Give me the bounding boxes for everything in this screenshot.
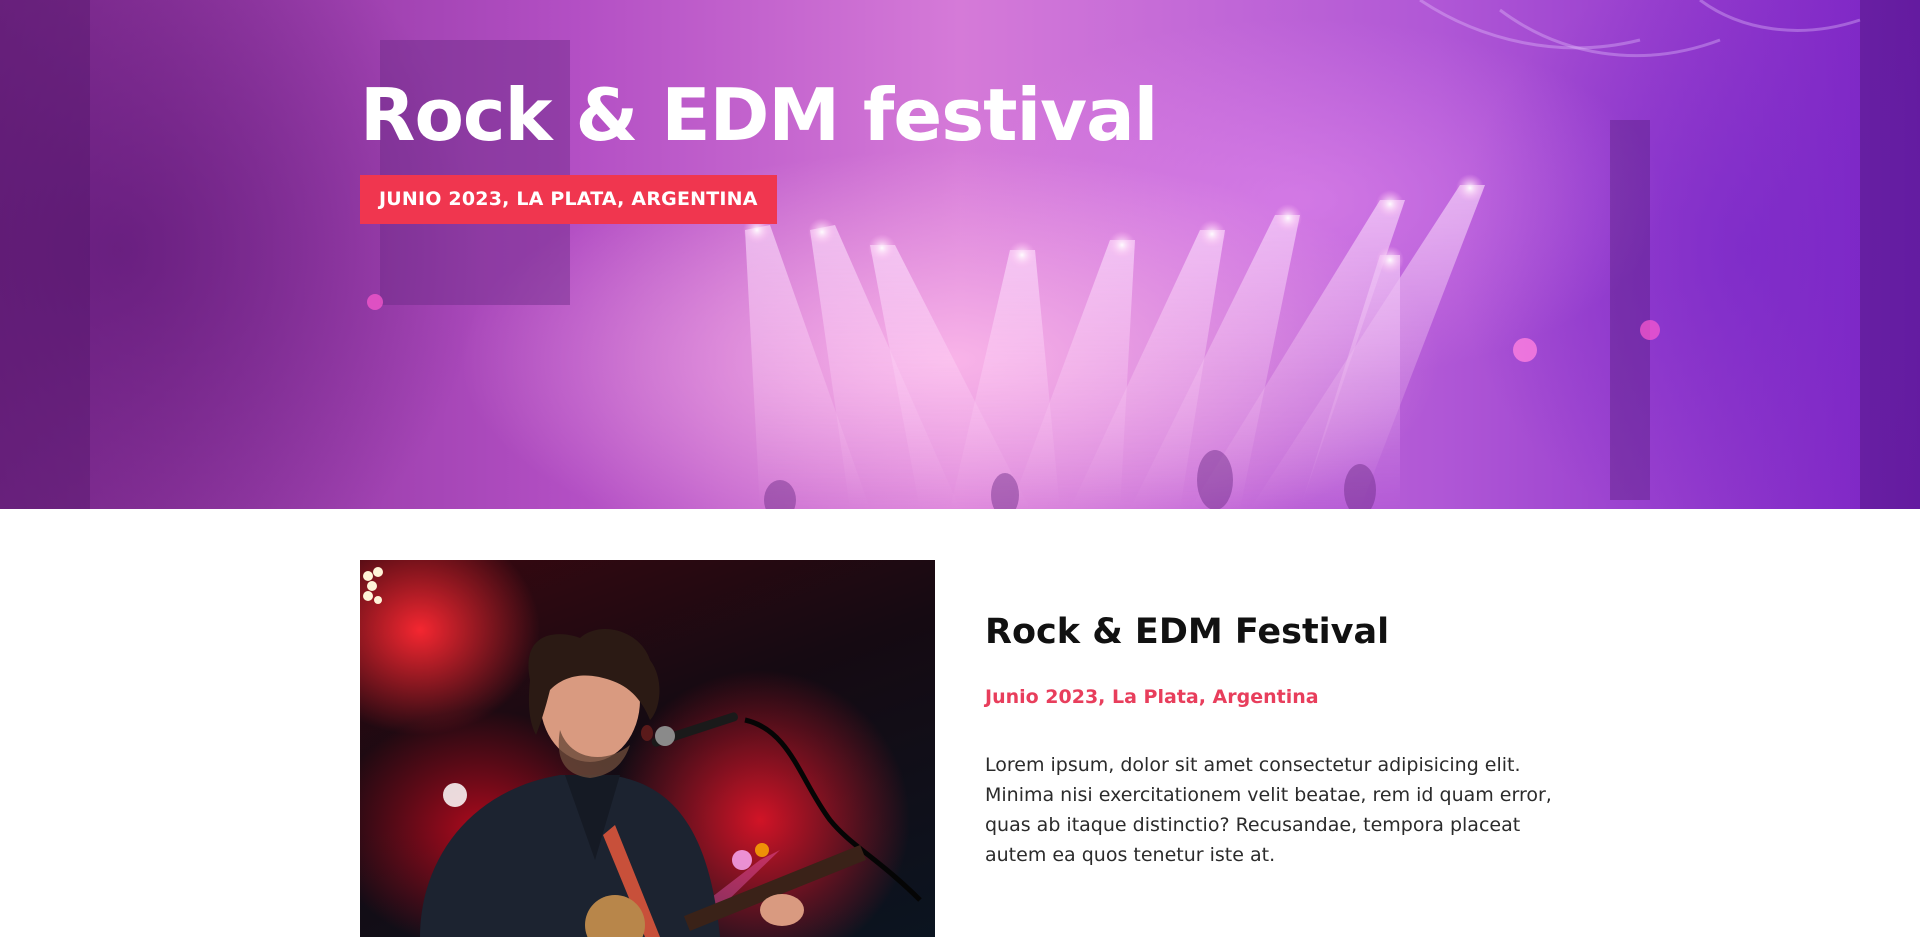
event-section: Rock & EDM Festival Junio 2023, La Plata… — [0, 509, 1920, 937]
event-date: Junio 2023, La Plata, Argentina — [985, 686, 1319, 708]
hero-date-badge: JUNIO 2023, LA PLATA, ARGENTINA — [360, 175, 777, 224]
musician-illustration — [363, 567, 922, 937]
event-title: Rock & EDM Festival — [985, 612, 1390, 652]
event-details: Rock & EDM Festival Junio 2023, La Plata… — [985, 509, 1585, 870]
event-description: Lorem ipsum, dolor sit amet consectetur … — [985, 754, 1552, 866]
hero-banner: Rock & EDM festival JUNIO 2023, LA PLATA… — [0, 0, 1920, 509]
hero-title: Rock & EDM festival — [360, 73, 1158, 157]
event-photo — [360, 560, 935, 937]
hero-content: Rock & EDM festival JUNIO 2023, LA PLATA… — [360, 72, 1158, 224]
